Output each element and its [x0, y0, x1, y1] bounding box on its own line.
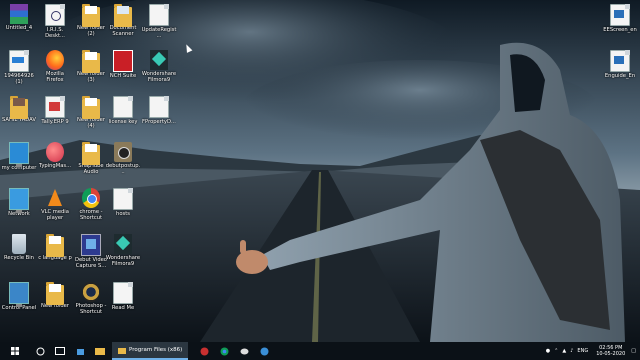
- taskbar-app-1[interactable]: [194, 342, 214, 360]
- file-icon: [113, 282, 133, 304]
- windows-icon: [11, 347, 19, 355]
- desktop-icon-pdf-194964926[interactable]: 194964926 (1): [1, 50, 37, 85]
- folder-icon: [118, 347, 126, 354]
- typingmaster-icon: [46, 142, 64, 162]
- taskbar-task-program-files[interactable]: Program Files (x86): [112, 342, 189, 360]
- desktop-icon-typingmaster[interactable]: TypingMas...: [37, 142, 73, 169]
- desktop-icon-debut-video-capture[interactable]: Debut Video Capture S...: [73, 234, 109, 269]
- folder-icon: [95, 348, 105, 355]
- desktop-icon-document-scanner[interactable]: Document Scanner: [105, 4, 141, 37]
- desktop-icon-new-folder-3[interactable]: New folder (3): [73, 50, 109, 83]
- desktop-icon-debutpostup[interactable]: debutpostup...: [105, 142, 141, 175]
- folder-icon: [82, 4, 100, 27]
- search-button[interactable]: [30, 342, 50, 360]
- store-icon: [76, 348, 84, 355]
- desktop-icon-filmora9[interactable]: Wondershare Filmora9: [141, 50, 177, 83]
- taskbar-task-label: Program Files (x86): [129, 347, 183, 353]
- app-icon: [240, 348, 249, 354]
- start-button[interactable]: [0, 342, 30, 360]
- chrome-icon: [82, 188, 100, 208]
- desktop-icon-updateregist[interactable]: UpdateRegist...: [141, 4, 177, 39]
- volume-icon[interactable]: ♪: [570, 348, 573, 354]
- desktop-icon-firefox[interactable]: Mozilla Firefox: [37, 50, 73, 83]
- desktop-icon-chrome[interactable]: chrome - Shortcut: [73, 188, 109, 221]
- language-indicator[interactable]: ENG: [577, 348, 588, 354]
- desktop-icon-my-computer[interactable]: my computer: [1, 142, 37, 171]
- desktop-icon-new-folder[interactable]: New folder: [37, 282, 73, 309]
- task-view-icon: [55, 347, 65, 355]
- desktop-icon-untitled-4[interactable]: Untitled_4: [1, 4, 37, 31]
- folder-icon: [46, 282, 64, 305]
- debut-icon: [114, 142, 132, 162]
- file-icon: [113, 188, 133, 210]
- chrome-icon: [220, 347, 229, 355]
- taskbar: Program Files (x86): [0, 342, 640, 360]
- desktop-icon-wondershare-filmora9[interactable]: Wondershare Filmora9: [105, 234, 141, 267]
- photoshop-icon: [82, 282, 100, 302]
- desktop-icon-c-language[interactable]: c language p: [37, 234, 73, 261]
- taskbar-app-3[interactable]: [234, 342, 254, 360]
- desktop-icon-new-folder-2[interactable]: New folder (2): [73, 4, 109, 37]
- recycle-bin-icon: [12, 234, 26, 254]
- task-view-button[interactable]: [50, 342, 70, 360]
- folder-icon: [82, 96, 100, 119]
- desktop-icon-hosts[interactable]: hosts: [105, 188, 141, 217]
- taskbar-file-explorer[interactable]: [90, 342, 110, 360]
- folder-photo-icon: [10, 96, 28, 119]
- desktop-icon-nch-suite[interactable]: NCH Suite: [105, 50, 141, 79]
- desktop-icon-recycle-bin[interactable]: Recycle Bin: [1, 234, 37, 261]
- desktop-icon-network[interactable]: Network: [1, 188, 37, 217]
- computer-icon: [9, 142, 29, 167]
- desktop-icon-sahil-yadav[interactable]: SAHIL YADAV: [1, 96, 37, 123]
- chevron-up-icon[interactable]: ⌃: [554, 348, 558, 354]
- notification-icon[interactable]: □: [631, 348, 636, 354]
- desktop-icon-eescreen[interactable]: EEScreen_en: [602, 4, 638, 33]
- search-icon: [36, 347, 44, 355]
- system-tray: ● ⌃ ▲ ♪ ENG 02:56 PM 10-05-2020 □: [546, 342, 640, 360]
- desktop-icon-tally[interactable]: Tally.ERP 9: [37, 96, 73, 125]
- debut-icon: [81, 234, 101, 256]
- pdf-icon: [9, 50, 29, 72]
- enguide-icon: [610, 50, 630, 72]
- clock-date: 10-05-2020: [596, 351, 626, 357]
- filmora-icon: [114, 234, 132, 254]
- folder-doc-icon: [114, 4, 132, 27]
- folder-icon: [82, 50, 100, 73]
- tally-icon: [45, 96, 65, 118]
- desktop-icon-snaptube-audio[interactable]: SnapTube Audio: [73, 142, 109, 175]
- iris-icon: [45, 4, 65, 26]
- control-panel-icon: [9, 282, 29, 307]
- wifi-icon[interactable]: ▲: [562, 348, 566, 354]
- file-icon: [149, 4, 169, 26]
- taskbar-store[interactable]: [70, 342, 90, 360]
- desktop-icon-read-me[interactable]: Read Me: [105, 282, 141, 311]
- app-icon: [260, 347, 269, 355]
- taskbar-app-4[interactable]: [254, 342, 274, 360]
- firefox-icon: [46, 50, 64, 70]
- media-app-icon: [200, 347, 209, 355]
- desktop-icon-control-panel[interactable]: Control Panel: [1, 282, 37, 311]
- filmora-icon: [150, 50, 168, 70]
- folder-icon: [82, 142, 100, 165]
- desktop-icon-iris[interactable]: I.R.I.S. Deskt...: [37, 4, 73, 39]
- taskbar-chrome[interactable]: [214, 342, 234, 360]
- network-icon: [9, 188, 29, 213]
- desktop-icon-enguide[interactable]: Enguide_En: [602, 50, 638, 79]
- file-icon: [149, 96, 169, 118]
- folder-icon: [46, 234, 64, 257]
- vlc-icon: [46, 188, 64, 208]
- winrar-icon: [10, 4, 28, 24]
- desktop-icon-new-folder-4[interactable]: New folder (4): [73, 96, 109, 129]
- file-icon: [113, 96, 133, 118]
- desktop-icon-fpropertyd[interactable]: FPropertyD...: [141, 96, 177, 125]
- desktop-icon-photoshop[interactable]: Photoshop - Shortcut: [73, 282, 109, 315]
- people-icon[interactable]: ●: [546, 348, 550, 354]
- clock[interactable]: 02:56 PM 10-05-2020: [596, 345, 625, 357]
- desktop-icon-vlc[interactable]: VLC media player: [37, 188, 73, 221]
- nch-icon: [113, 50, 133, 72]
- desktop-icon-license-key[interactable]: license key: [105, 96, 141, 125]
- eescreen-icon: [610, 4, 630, 26]
